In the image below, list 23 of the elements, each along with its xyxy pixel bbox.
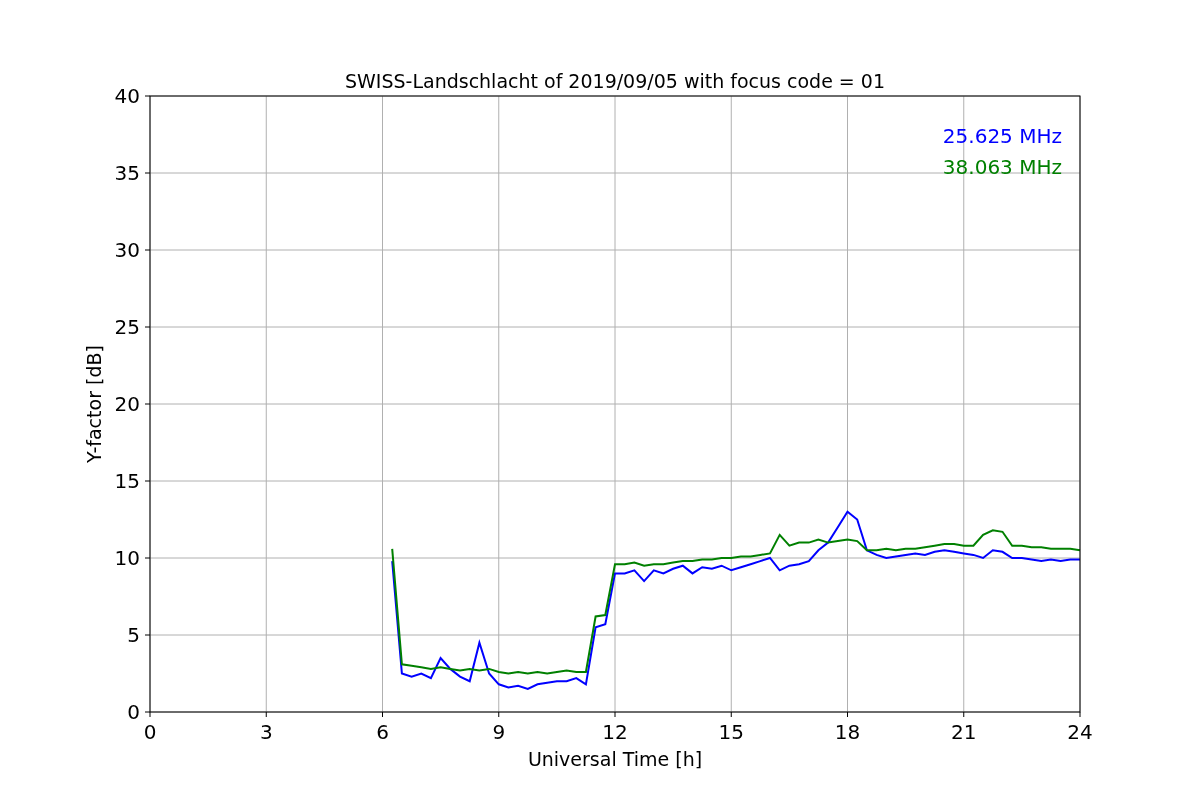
y-axis-label: Y-factor [dB] xyxy=(83,345,105,463)
y-tick-label: 5 xyxy=(127,623,140,647)
legend-label: 38.063 MHz xyxy=(942,155,1062,179)
x-tick-label: 6 xyxy=(376,720,389,744)
x-tick-label: 12 xyxy=(602,720,628,744)
y-tick-label: 25 xyxy=(114,315,140,339)
y-tick-label: 30 xyxy=(114,238,140,262)
x-tick-label: 18 xyxy=(834,720,861,744)
y-tick-label: 35 xyxy=(114,161,140,185)
x-tick-label: 15 xyxy=(718,720,744,744)
y-tick-label: 20 xyxy=(114,392,140,416)
y-tick-label: 0 xyxy=(127,700,140,724)
x-tick-label: 9 xyxy=(492,720,506,744)
x-tick-label: 21 xyxy=(951,720,977,744)
x-tick-label: 3 xyxy=(259,720,273,744)
x-tick-label: 0 xyxy=(143,720,157,744)
y-tick-label: 40 xyxy=(114,84,140,108)
legend-label: 25.625 MHz xyxy=(942,124,1062,148)
chart-title: SWISS-Landschlacht of 2019/09/05 with focus code = 01 xyxy=(345,70,885,92)
y-tick-label: 10 xyxy=(114,546,140,570)
y-tick-label: 15 xyxy=(114,469,140,493)
x-axis-label: Universal Time [h] xyxy=(527,748,703,770)
x-tick-label: 24 xyxy=(1067,720,1093,744)
